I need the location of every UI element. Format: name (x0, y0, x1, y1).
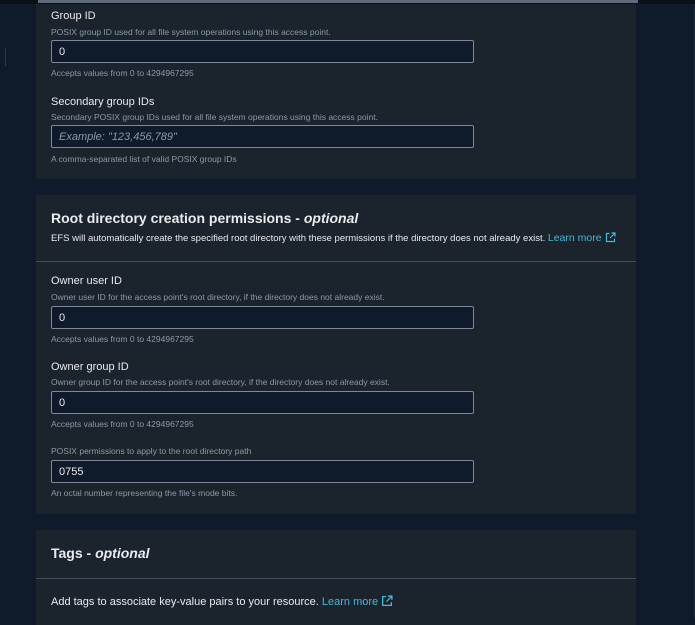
tags-learn-more-link[interactable]: Learn more (321, 595, 393, 608)
owner-user-id-label: Owner user ID (51, 275, 122, 287)
owner-user-id-hint: Accepts values from 0 to 4294967295 (51, 334, 194, 344)
root-permissions-optional: optional (303, 210, 359, 226)
tags-divider (36, 578, 636, 579)
tags-title: Tags - optional (51, 545, 150, 561)
group-id-description: POSIX group ID used for all file system … (51, 27, 331, 37)
owner-group-id-hint: Accepts values from 0 to 4294967295 (51, 419, 194, 429)
owner-user-id-description: Owner user ID for the access point's roo… (51, 292, 385, 302)
group-id-input[interactable] (51, 40, 474, 63)
top-highlight (38, 0, 638, 3)
root-permissions-divider (36, 261, 636, 262)
owner-group-id-input[interactable] (51, 391, 474, 414)
right-gutter (636, 4, 695, 618)
posix-permissions-hint: An octal number representing the file's … (51, 488, 238, 498)
group-id-label: Group ID (51, 10, 96, 22)
external-link-icon (382, 595, 393, 607)
external-link-icon (605, 232, 616, 243)
tags-learn-more-label: Learn more (321, 596, 379, 608)
secondary-group-ids-description: Secondary POSIX group IDs used for all f… (51, 112, 378, 122)
left-gutter (0, 4, 36, 618)
root-permissions-description: EFS will automatically create the specif… (51, 232, 616, 244)
group-id-hint: Accepts values from 0 to 4294967295 (51, 68, 194, 78)
secondary-group-ids-hint: A comma-separated list of valid POSIX gr… (51, 154, 237, 164)
tags-title-text: Tags - (51, 545, 96, 561)
tags-card: Tags - optional Add tags to associate ke… (36, 530, 636, 625)
root-permissions-title: Root directory creation permissions - op… (51, 210, 358, 226)
owner-group-id-label: Owner group ID (51, 361, 129, 373)
root-permissions-description-text: EFS will automatically create the specif… (51, 233, 546, 244)
root-permissions-learn-more-link[interactable]: Learn more (547, 232, 616, 244)
owner-group-id-description: Owner group ID for the access point's ro… (51, 377, 390, 387)
root-directory-permissions-card: Root directory creation permissions - op… (36, 195, 636, 514)
tags-description: Add tags to associate key-value pairs to… (51, 595, 393, 608)
owner-user-id-input[interactable] (51, 306, 474, 329)
learn-more-label: Learn more (547, 232, 602, 244)
posix-permissions-label: POSIX permissions to apply to the root d… (51, 446, 252, 456)
secondary-group-ids-input[interactable] (51, 125, 474, 148)
posix-permissions-input[interactable] (51, 460, 474, 483)
tags-description-text: Add tags to associate key-value pairs to… (51, 596, 319, 608)
posix-user-card: Group ID POSIX group ID used for all fil… (36, 4, 636, 179)
secondary-group-ids-label: Secondary group IDs (51, 96, 155, 108)
tags-optional: optional (95, 545, 150, 561)
root-permissions-title-text: Root directory creation permissions - (51, 210, 304, 226)
left-gutter-mark (5, 48, 6, 66)
